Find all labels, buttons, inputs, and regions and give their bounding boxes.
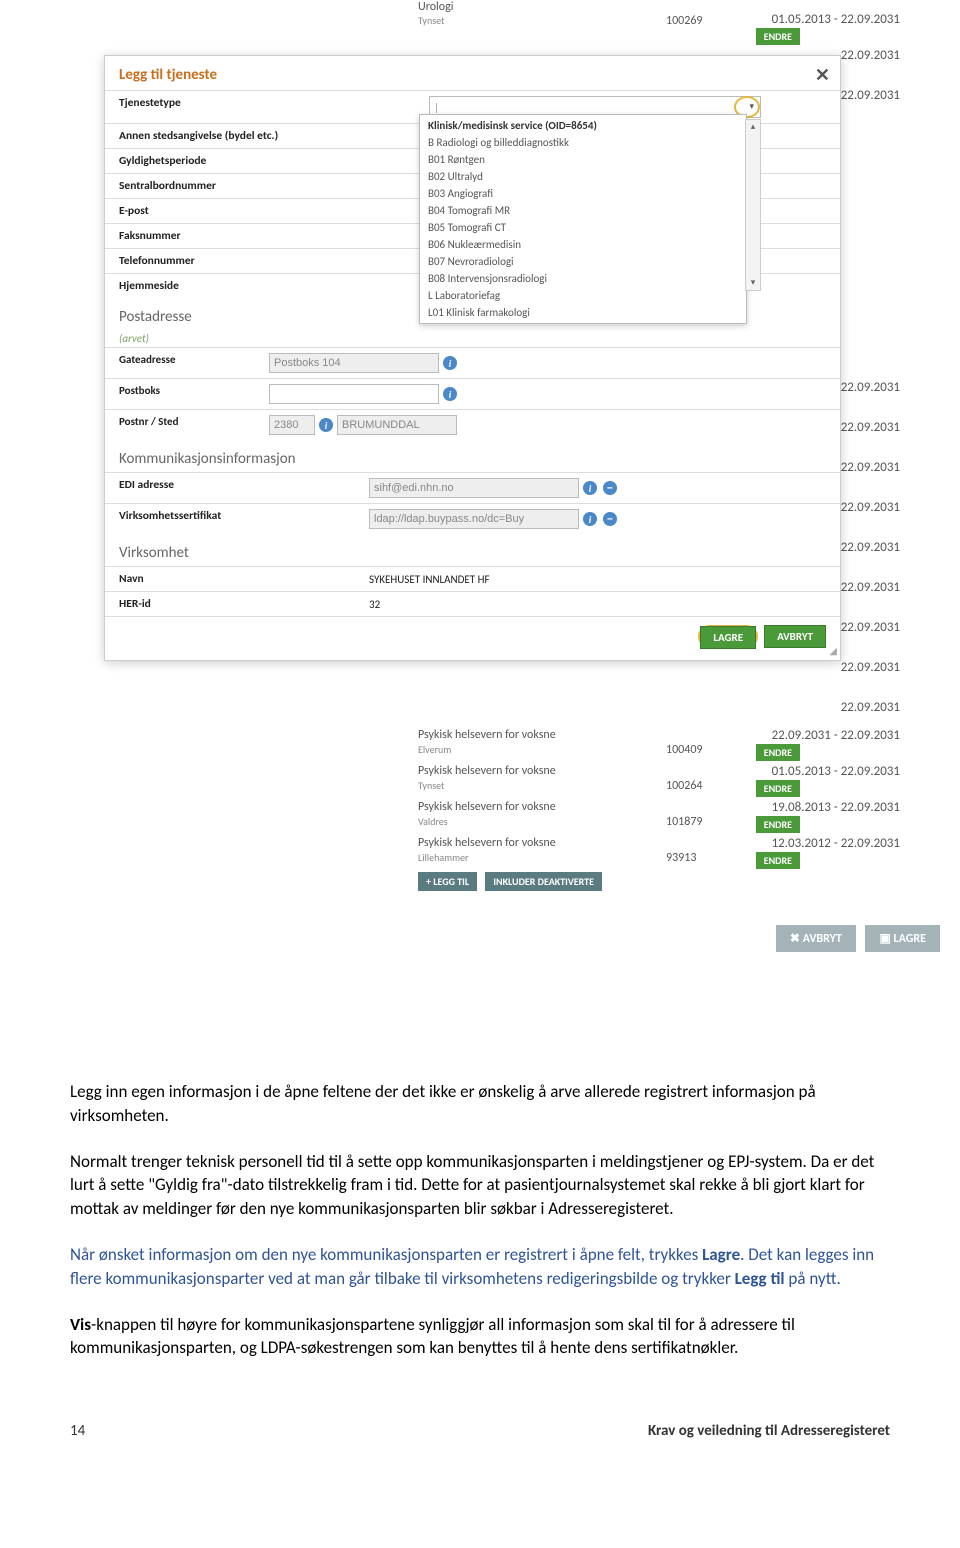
bg-date: 22.09.2031 [841,620,900,635]
sted-input[interactable] [337,415,457,435]
bg-date: 22.09.2031 [841,420,900,435]
endre-button[interactable]: ENDRE [756,28,800,45]
sertifikat-input[interactable] [369,509,579,529]
field-label: Postboks [105,379,259,409]
endre-button[interactable]: ENDRE [756,780,800,797]
info-icon[interactable]: i [319,418,333,432]
screenshot-background: Urologi Tynset 100269 01.05.2013 - 22.09… [0,0,960,1020]
lagre-button[interactable]: ▣ LAGRE [865,925,940,952]
page-number: 14 [70,1422,85,1440]
bg-date: 12.03.2012 - 22.09.2031 [772,836,900,851]
paragraph: Legg inn egen informasjon i de åpne felt… [70,1080,890,1128]
section-title-virksomhet: Virksomhet [105,534,840,566]
avbryt-button[interactable]: AVBRYT [764,625,826,648]
bg-date: 22.09.2031 [841,540,900,555]
dropdown-option[interactable]: B08 Intervensjonsradiologi [420,270,746,287]
dropdown-option[interactable]: B03 Angiografi [420,185,746,202]
paragraph: Når ønsket informasjon om den nye kommun… [70,1243,890,1291]
document-body-text: Legg inn egen informasjon i de åpne felt… [0,1020,960,1422]
inkluder-deaktiverte-button[interactable]: INKLUDER DEAKTIVERTE [485,872,602,891]
info-icon[interactable]: i [583,481,597,495]
field-label: Hjemmeside [105,274,419,298]
bg-date: 22.09.2031 [841,500,900,515]
bg-date: 22.09.2031 [841,48,900,63]
endre-button[interactable]: ENDRE [756,852,800,869]
info-icon[interactable]: i [583,512,597,526]
paragraph: Normalt trenger teknisk personell tid ti… [70,1150,890,1221]
postnr-input[interactable] [269,415,315,435]
bg-date: 01.05.2013 - 22.09.2031 [772,764,900,779]
dropdown-option[interactable]: B01 Røntgen [420,151,746,168]
remove-icon[interactable]: − [603,481,617,495]
bg-date: 22.09.2031 [841,700,900,715]
bg-date: 22.09.2031 [841,660,900,675]
field-label: EDI adresse [105,473,359,503]
inherited-label: (arvet) [105,330,840,347]
dropdown-header: Klinisk/medisinsk service (OID=8654) [420,117,746,134]
info-icon[interactable]: i [443,356,457,370]
paragraph: Vis-knappen til høyre for kommunikasjons… [70,1313,890,1361]
document-title-footer: Krav og veiledning til Adresseregisteret [648,1422,890,1440]
field-label-tjenestetype: Tjenestetype [105,91,419,123]
legg-til-button[interactable]: + LEGG TIL [418,872,477,891]
her-id-value: 32 [359,592,840,616]
field-label: Gateadresse [105,348,259,378]
page-footer: 14 Krav og veiledning til Adresseregiste… [0,1422,960,1470]
dropdown-option[interactable]: B05 Tomografi CT [420,219,746,236]
dropdown-option[interactable]: B06 Nukleærmedisin [420,236,746,253]
bg-date: 22.09.2031 [841,460,900,475]
bg-date: 22.09.2031 [841,380,900,395]
dropdown-option[interactable]: B04 Tomografi MR [420,202,746,219]
scrollbar[interactable]: ▴ ▾ [745,119,761,291]
chevron-down-icon[interactable]: ▾ [749,101,754,112]
bg-date: 19.08.2013 - 22.09.2031 [772,800,900,815]
resize-handle-icon[interactable]: ◢ [829,644,837,657]
remove-icon[interactable]: − [603,512,617,526]
field-label: Faksnummer [105,224,419,248]
field-label: Postnr / Sted [105,410,259,440]
section-title-kommunikasjon: Kommunikasjonsinformasjon [105,440,840,472]
postboks-input[interactable] [269,384,439,404]
avbryt-button[interactable]: ✖ AVBRYT [776,925,856,952]
modal-title: Legg til tjeneste [119,66,217,84]
gateadresse-input[interactable] [269,353,439,373]
close-icon[interactable]: ✕ [815,64,830,86]
bg-date: 01.05.2013 - 22.09.2031 [772,12,900,27]
bg-date: 22.09.2031 - 22.09.2031 [772,728,900,743]
dropdown-option[interactable]: L01 Klinisk farmakologi [420,304,746,321]
scroll-down-icon[interactable]: ▾ [746,276,760,290]
field-label: E-post [105,199,419,223]
dropdown-option[interactable]: B Radiologi og billeddiagnostikk [420,134,746,151]
dropdown-option[interactable]: B02 Ultralyd [420,168,746,185]
endre-button[interactable]: ENDRE [756,744,800,761]
scroll-up-icon[interactable]: ▴ [746,120,760,134]
lagre-highlight: LAGRE [698,625,758,648]
virksomhet-navn-value: SYKEHUSET INNLANDET HF [359,567,840,591]
field-label: Sentralbordnummer [105,174,419,198]
dropdown-option[interactable]: L Laboratoriefag [420,287,746,304]
legg-til-tjeneste-modal: Legg til tjeneste ✕ Tjenestetype | ▾ Kli… [104,55,841,661]
info-icon[interactable]: i [443,387,457,401]
field-label: Virksomhetssertifikat [105,504,359,534]
lagre-button[interactable]: LAGRE [700,626,756,649]
field-label: Gyldighetsperiode [105,149,419,173]
bg-date: 22.09.2031 [841,580,900,595]
field-label: Navn [105,567,359,591]
field-label: Annen stedsangivelse (bydel etc.) [105,124,419,148]
bg-date: 22.09.2031 [841,88,900,103]
endre-button[interactable]: ENDRE [756,816,800,833]
edi-adresse-input[interactable] [369,478,579,498]
field-label: HER-id [105,592,359,616]
field-label: Telefonnummer [105,249,419,273]
dropdown-option[interactable]: B07 Nevroradiologi [420,253,746,270]
tjenestetype-dropdown-list: Klinisk/medisinsk service (OID=8654) B R… [419,114,747,324]
